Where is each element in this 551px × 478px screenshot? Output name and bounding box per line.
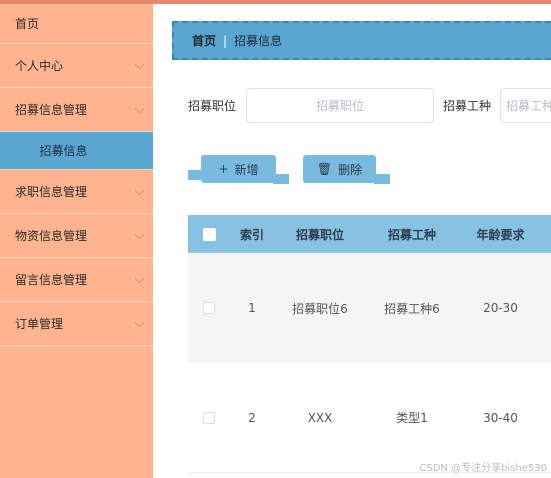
breadcrumb-separator: |	[223, 33, 228, 48]
cell-type: 招募工种6	[384, 301, 440, 316]
breadcrumb-current: 招募信息	[234, 34, 283, 48]
sidebar-subitem-recruitment-info[interactable]: 招募信息	[0, 132, 153, 170]
cell-position: 招募职位6	[292, 301, 348, 316]
column-header-position: 招募职位	[295, 227, 344, 242]
sidebar-item-label: 留言信息管理	[15, 273, 88, 287]
sidebar-item-label: 个人中心	[15, 59, 64, 73]
cell-position: XXX	[307, 410, 333, 425]
chevron-down-icon	[134, 229, 145, 239]
table-header: 索引 招募职位 招募工种 年龄要求	[188, 215, 551, 253]
chevron-down-icon	[134, 59, 145, 69]
delete-button[interactable]: 🗑 删除	[303, 155, 376, 183]
row-checkbox[interactable]	[203, 411, 215, 424]
type-search-label: 招募工种	[443, 99, 492, 113]
watermark: CSDN @专注分享bishe530	[419, 463, 547, 474]
sidebar-item-order-management[interactable]: 订单管理	[0, 302, 153, 346]
row-checkbox[interactable]	[203, 302, 215, 314]
chevron-down-icon	[134, 317, 145, 327]
plus-icon: +	[218, 162, 229, 176]
cell-type: 类型1	[396, 411, 428, 425]
sidebar-item-label: 首页	[15, 17, 40, 31]
delete-button-label: 删除	[338, 162, 363, 177]
sidebar-item-label: 求职信息管理	[15, 185, 88, 199]
cell-index: 2	[248, 410, 256, 425]
sidebar-item-home[interactable]: 首页	[0, 4, 153, 44]
sidebar-item-message-management[interactable]: 留言信息管理	[0, 258, 153, 302]
cell-index: 1	[248, 301, 256, 315]
sidebar: 首页 个人中心 招募信息管理 招募信息 求职信息管理 物资信息管理 留言信息管理…	[0, 4, 153, 478]
breadcrumb-home-link[interactable]: 首页	[192, 32, 216, 49]
table-row[interactable]: 1 招募职位6 招募工种6 20-30	[188, 253, 551, 363]
sidebar-item-job-seeking-management[interactable]: 求职信息管理	[0, 170, 153, 214]
breadcrumb: 首页 | 招募信息	[172, 21, 551, 60]
sidebar-item-personal-center[interactable]: 个人中心	[0, 44, 153, 88]
position-search-label: 招募职位	[188, 99, 237, 113]
add-button[interactable]: + 新增	[201, 155, 276, 183]
recruitment-table: 索引 招募职位 招募工种 年龄要求 1 招募职位6 招募工种6 20-30 2 …	[188, 215, 551, 473]
chevron-down-icon	[134, 185, 145, 195]
add-button-label: 新增	[234, 162, 259, 177]
sidebar-subitem-label: 招募信息	[39, 144, 88, 158]
sidebar-item-supplies-management[interactable]: 物资信息管理	[0, 214, 153, 258]
select-all-checkbox[interactable]	[202, 227, 216, 241]
position-search-input[interactable]	[246, 88, 435, 123]
sidebar-item-recruitment-management[interactable]: 招募信息管理	[0, 88, 153, 132]
search-form: 招募职位 招募工种	[188, 88, 551, 123]
sidebar-item-label: 订单管理	[15, 317, 64, 331]
cell-age: 20-30	[483, 301, 518, 315]
column-header-index: 索引	[239, 227, 264, 242]
sidebar-item-label: 招募信息管理	[15, 103, 88, 117]
chevron-down-icon	[134, 103, 145, 113]
column-header-type: 招募工种	[387, 227, 436, 242]
delete-button-ribbon	[374, 174, 390, 184]
trash-icon: 🗑	[316, 162, 333, 176]
column-header-age: 年龄要求	[476, 227, 525, 242]
type-search-input[interactable]	[500, 88, 551, 123]
chevron-down-icon	[134, 273, 145, 283]
cell-age: 30-40	[483, 410, 518, 425]
table-row[interactable]: 2 XXX 类型1 30-40	[188, 363, 551, 473]
sidebar-item-label: 物资信息管理	[15, 229, 88, 243]
